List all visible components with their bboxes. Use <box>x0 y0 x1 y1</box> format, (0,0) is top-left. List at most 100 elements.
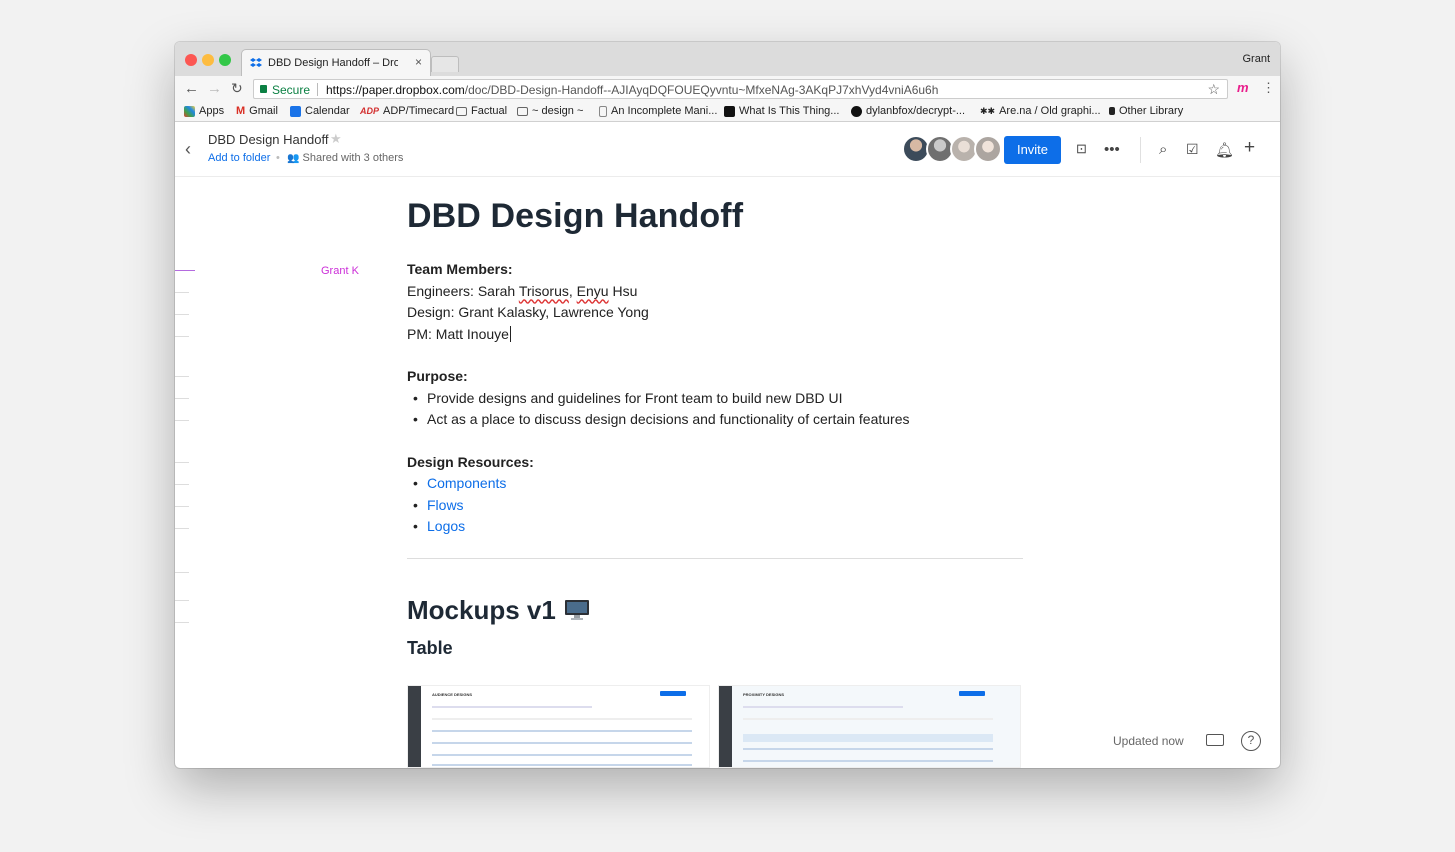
reload-icon[interactable]: ↻ <box>231 80 243 97</box>
divider <box>1140 137 1141 163</box>
page-icon <box>599 105 607 117</box>
mockups-heading: Mockups v1 <box>407 595 1027 626</box>
more-icon[interactable]: ••• <box>1104 141 1120 158</box>
url-text: https://paper.dropbox.com/doc/DBD-Design… <box>326 83 939 97</box>
arena-icon: ✱✱ <box>980 105 996 116</box>
mockup-image-proximity[interactable]: PROXIMITY DESIGNS <box>718 685 1021 768</box>
close-window-button[interactable] <box>185 54 197 66</box>
search-icon[interactable]: ⌕ <box>1159 141 1167 158</box>
bookmark-gmail[interactable]: M Gmail <box>236 105 278 117</box>
site-icon <box>724 105 735 117</box>
add-to-folder-link[interactable]: Add to folder <box>208 152 270 164</box>
list-item: Provide designs and guidelines for Front… <box>407 388 1027 410</box>
pm-line: PM: Matt Inouye <box>407 325 511 342</box>
thumb-title: PROXIMITY DESIGNS <box>743 692 785 697</box>
bookmarks-bar: Apps M Gmail Calendar ADP ADP/Timecard Fac… <box>175 102 1280 122</box>
bookmark-design[interactable]: ~ design ~ <box>517 105 583 117</box>
bookmark-factual[interactable]: Factual <box>456 105 507 117</box>
team-heading: Team Members: <box>407 261 513 277</box>
purpose-list: Provide designs and guidelines for Front… <box>407 388 1027 431</box>
folder-icon <box>517 106 528 116</box>
purpose-section: Purpose: Provide designs and guidelines … <box>407 366 1027 431</box>
url-input[interactable]: Secure https://paper.dropbox.com/doc/DBD… <box>253 79 1228 99</box>
github-icon <box>851 105 862 117</box>
thumb-row <box>432 754 692 756</box>
adp-icon: ADP <box>360 106 380 116</box>
bookmark-other-library[interactable]: Other Library <box>1109 105 1183 117</box>
thumb-row <box>432 742 692 744</box>
mockup-image-audience[interactable]: AUDIENCE DESIGNS <box>407 685 710 768</box>
tab-title: DBD Design Handoff – Dropbox <box>268 57 398 69</box>
keyboard-icon[interactable] <box>1206 734 1224 746</box>
thumb-button <box>660 691 686 696</box>
bookmark-arena[interactable]: ✱✱ Are.na / Old graphi... <box>980 105 1101 117</box>
thumb-row <box>432 764 692 766</box>
bookmark-adp[interactable]: ADP ADP/Timecard <box>360 105 454 117</box>
back-chevron-icon[interactable]: ‹ <box>185 139 191 160</box>
maximize-window-button[interactable] <box>219 54 231 66</box>
purpose-heading: Purpose: <box>407 368 468 384</box>
calendar-icon <box>290 105 301 117</box>
bookmark-star-icon[interactable]: ☆ <box>1207 81 1220 98</box>
flows-link[interactable]: Flows <box>427 497 464 513</box>
document-body[interactable]: DBD Design Handoff Team Members: Enginee… <box>407 177 1027 659</box>
thumb-row <box>432 730 692 732</box>
bookmark-calendar[interactable]: Calendar <box>290 105 350 117</box>
dropbox-icon <box>250 58 262 67</box>
browser-window: DBD Design Handoff – Dropbox × Grant ← →… <box>175 42 1280 768</box>
resources-section: Design Resources: Components Flows Logos <box>407 452 1027 538</box>
thumb-button <box>959 691 985 696</box>
lock-icon <box>260 85 267 93</box>
paper-header: ‹ DBD Design Handoff ★ Add to folder • 👥… <box>175 123 1280 177</box>
thumb-row <box>743 706 903 708</box>
table-heading: Table <box>407 637 453 658</box>
bell-icon[interactable]: 🔔︎ <box>1215 141 1234 159</box>
page-title: DBD Design Handoff <box>407 197 744 235</box>
thumb-row <box>743 760 993 762</box>
favorite-star-icon[interactable]: ★ <box>330 131 342 147</box>
plus-icon[interactable]: + <box>1244 137 1255 159</box>
list-item: Logos <box>407 516 1027 538</box>
update-status: Updated now <box>1113 734 1184 748</box>
list-item: Act as a place to discuss design decisio… <box>407 409 1027 431</box>
thumb-row <box>743 748 993 750</box>
divider <box>407 557 1023 559</box>
collaborator-cursor-name: Grant K <box>321 265 359 277</box>
resources-heading: Design Resources: <box>407 453 534 470</box>
mockup-thumbnails: AUDIENCE DESIGNS PROXIMITY DESIGNS <box>407 685 1027 768</box>
gmail-icon: M <box>236 105 246 117</box>
extension-icon[interactable]: m <box>1237 80 1249 95</box>
minimize-window-button[interactable] <box>202 54 214 66</box>
thumb-row <box>432 706 592 708</box>
components-link[interactable]: Components <box>427 475 506 491</box>
thumb-row <box>432 718 692 720</box>
thumb-sidebar <box>719 686 732 767</box>
present-icon[interactable]: ⊡ <box>1076 141 1087 157</box>
team-section: Team Members: Engineers: Sarah Trisorus,… <box>407 259 1027 345</box>
people-icon: 👥 <box>287 153 300 164</box>
bookmark-decrypt[interactable]: dylanbfox/decrypt-... <box>851 105 965 117</box>
thumb-row-selected <box>743 734 993 742</box>
avatar[interactable] <box>974 135 1002 163</box>
forward-arrow-icon[interactable]: → <box>207 80 222 97</box>
invite-button[interactable]: Invite <box>1004 136 1061 164</box>
help-icon[interactable]: ? <box>1241 731 1261 751</box>
design-line: Design: Grant Kalasky, Lawrence Yong <box>407 304 649 320</box>
divider <box>317 83 318 96</box>
logos-link[interactable]: Logos <box>427 518 465 534</box>
new-tab-button[interactable] <box>431 56 459 72</box>
bookmark-incomplete-manifesto[interactable]: An Incomplete Mani... <box>599 105 717 117</box>
browser-tab[interactable]: DBD Design Handoff – Dropbox × <box>241 49 431 76</box>
menu-icon[interactable]: ⋮ <box>1262 80 1275 96</box>
bookmark-apps[interactable]: Apps <box>184 105 224 117</box>
shared-with-label[interactable]: 👥 Shared with 3 others <box>287 152 403 164</box>
bookmark-what-is-this-thing[interactable]: What Is This Thing... <box>724 105 839 117</box>
checklist-icon[interactable]: ☑ <box>1186 141 1199 158</box>
thumb-sidebar <box>408 686 421 767</box>
folder-icon <box>456 106 467 116</box>
close-tab-icon[interactable]: × <box>415 55 422 69</box>
back-arrow-icon[interactable]: ← <box>184 80 199 97</box>
header-doc-title: DBD Design Handoff <box>208 132 329 147</box>
tab-bar: DBD Design Handoff – Dropbox × Grant <box>175 42 1280 76</box>
profile-name[interactable]: Grant <box>1242 53 1270 65</box>
